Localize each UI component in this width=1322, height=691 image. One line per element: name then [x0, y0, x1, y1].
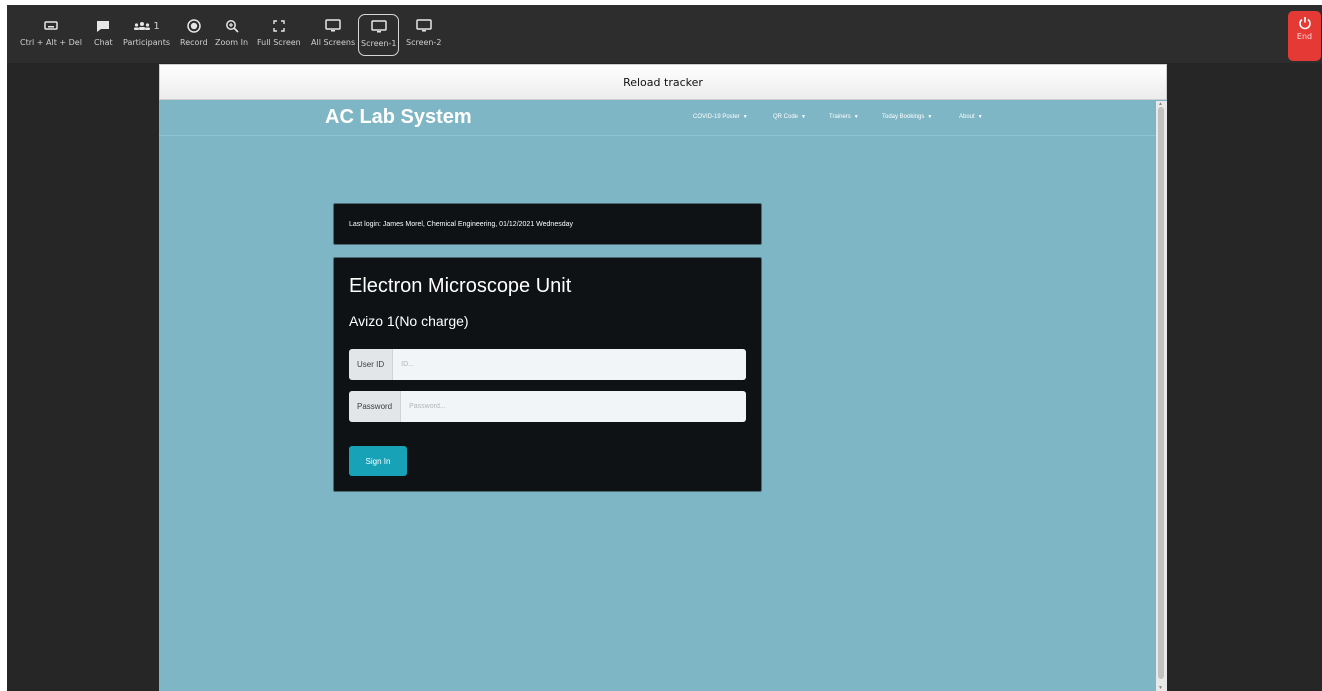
monitor-icon — [325, 16, 341, 36]
site-brand[interactable]: AC Lab System — [325, 106, 472, 129]
window-edge-left — [0, 0, 7, 691]
nav-qr-code[interactable]: QR Code ▼ — [773, 114, 806, 120]
zoom-in-button[interactable]: Zoom In — [215, 12, 248, 56]
record-icon — [187, 16, 201, 36]
end-session-button[interactable]: End — [1288, 11, 1321, 61]
sign-in-button[interactable]: Sign In — [349, 446, 407, 476]
screen-1-button[interactable]: Screen-1 — [358, 14, 400, 56]
password-group: Password — [349, 391, 746, 422]
monitor-icon — [370, 17, 387, 37]
caret-down-icon: ▼ — [853, 114, 859, 120]
unit-title: Electron Microscope Unit — [349, 275, 572, 297]
full-screen-button[interactable]: Full Screen — [257, 12, 301, 56]
caret-down-icon: ▼ — [801, 114, 806, 120]
ctrl-alt-del-button[interactable]: Ctrl + Alt + Del — [20, 12, 82, 56]
participants-icon: 1 — [133, 16, 160, 36]
nav-label: QR Code — [773, 114, 799, 120]
scroll-thumb[interactable] — [1158, 107, 1164, 679]
record-button[interactable]: Record — [180, 12, 208, 56]
last-login-banner: Last login: James Morel, Chemical Engine… — [333, 203, 762, 245]
monitor-icon — [415, 16, 432, 36]
chat-button[interactable]: Chat — [94, 12, 113, 56]
last-login-text: Last login: James Morel, Chemical Engine… — [349, 220, 573, 228]
full-screen-label: Full Screen — [257, 38, 301, 47]
participants-label: Participants — [123, 38, 170, 47]
site-navbar: AC Lab System COVID-19 Poster ▼ QR Code ▼ … — [159, 100, 1159, 136]
session-toolbar: Ctrl + Alt + Del Chat 1 Participants Rec… — [7, 5, 1322, 63]
screen-1-label: Screen-1 — [361, 39, 397, 48]
zoom-in-label: Zoom In — [215, 38, 249, 47]
screen-2-label: Screen-2 — [406, 38, 442, 47]
end-label: End — [1296, 32, 1313, 41]
nav-trainers[interactable]: Trainers ▼ — [829, 114, 859, 120]
power-icon — [1298, 16, 1312, 32]
user-id-label: User ID — [349, 349, 394, 380]
reload-tracker-label: Reload tracker — [623, 75, 703, 89]
caret-down-icon: ▼ — [927, 114, 933, 120]
zoom-in-icon — [225, 16, 239, 36]
user-id-input[interactable] — [393, 349, 746, 380]
page-scrollbar[interactable]: ▲ ▼ — [1156, 101, 1167, 691]
password-label: Password — [349, 391, 402, 422]
nav-label: COVID-19 Poster — [693, 114, 740, 120]
chat-label: Chat — [94, 38, 113, 47]
scroll-down-icon[interactable]: ▼ — [1158, 685, 1163, 691]
nav-label: Today Bookings — [882, 114, 925, 120]
participants-count: 1 — [153, 20, 160, 32]
all-screens-label: All Screens — [311, 38, 356, 47]
all-screens-button[interactable]: All Screens — [311, 12, 355, 56]
fullscreen-icon — [273, 16, 285, 36]
chat-icon — [96, 16, 110, 36]
caret-down-icon: ▼ — [977, 114, 983, 120]
nav-about[interactable]: About ▼ — [959, 114, 983, 120]
ctrl-alt-del-label: Ctrl + Alt + Del — [20, 38, 82, 47]
nav-label: Trainers — [829, 114, 851, 120]
nav-today-bookings[interactable]: Today Bookings ▼ — [882, 114, 932, 120]
instrument-name: Avizo 1(No charge) — [349, 313, 469, 329]
keyboard-icon — [44, 16, 58, 36]
record-label: Record — [180, 38, 208, 47]
remote-screen[interactable]: Reload tracker AC Lab System COVID-19 Po… — [159, 64, 1167, 691]
user-id-group: User ID — [349, 349, 746, 380]
caret-down-icon: ▼ — [742, 114, 748, 120]
nav-label: About — [959, 114, 975, 120]
screen-2-button[interactable]: Screen-2 — [406, 12, 441, 56]
password-input[interactable] — [401, 391, 746, 422]
participants-button[interactable]: 1 Participants — [123, 12, 170, 56]
reload-tracker-button[interactable]: Reload tracker — [159, 64, 1167, 100]
nav-covid-poster[interactable]: COVID-19 Poster ▼ — [693, 114, 748, 120]
login-card: Electron Microscope Unit Avizo 1(No char… — [333, 257, 762, 492]
